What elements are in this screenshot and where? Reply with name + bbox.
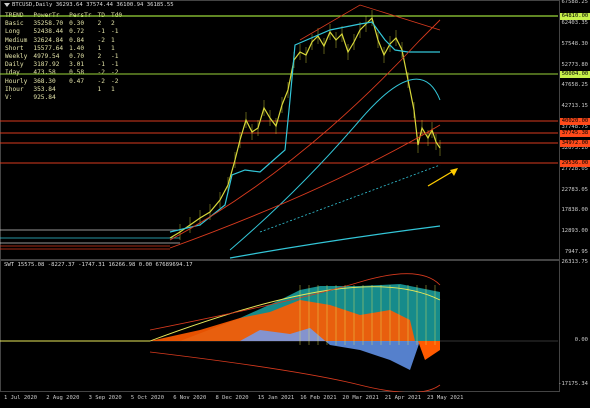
date-tick-label: 3 Sep 2020 [88,395,122,401]
date-tick-label: 16 Feb 2021 [300,395,337,401]
date-tick-label: 1 Jul 2020 [4,395,38,401]
indicator-tick-label: -17175.34 [558,381,588,387]
price-level-tag: 40020.00 [560,117,590,125]
cyan-ma-line [229,78,441,251]
price-tick-label: 17838.00 [561,207,589,214]
price-tick-label: 27728.05 [561,165,589,172]
date-tick-label: 20 Mar 2021 [342,395,379,401]
arrow-line [427,169,456,187]
indicator-axis: 26313.75 0.00 -17175.34 [558,259,590,390]
cyan-long-ma [229,225,441,259]
price-tick-label: 22783.05 [561,186,589,193]
price-level-tag: 37745.38 [560,129,590,137]
price-tick-label: 52773.80 [561,61,589,68]
price-level-tag: 50004.00 [560,70,590,78]
date-tick-label: 8 Dec 2020 [215,395,249,401]
date-tick-label: 23 May 2021 [427,395,464,401]
indicator-tick-label: 26313.75 [561,259,589,265]
indicator-tick-label: 0.00 [574,337,588,343]
price-tick-label: 57548.30 [561,40,589,47]
date-tick-label: 2 Aug 2020 [46,395,80,401]
date-tick-label: 5 Oct 2020 [130,395,165,401]
price-tick-label: 47658.25 [561,82,589,89]
price-tick-label: 7947.95 [564,249,588,255]
date-tick-label: 6 Nov 2020 [173,395,207,401]
cyan-trend-line [169,21,440,233]
price-level-tag: 34972.00 [560,139,590,147]
red-channel-line [169,19,441,241]
price-tick-label: 62403.35 [561,19,589,26]
price-tick-label: 42713.15 [561,103,589,110]
orange-histogram [418,341,440,360]
date-axis: 1 Jul 2020 2 Aug 2020 3 Sep 2020 5 Oct 2020… [0,392,558,408]
price-chart [0,4,558,392]
price-level-tag: 64810.00 [560,12,590,20]
price-level-tag: 29536.00 [560,159,590,167]
price-tick-label: 12893.00 [561,228,589,235]
date-tick-label: 21 Apr 2021 [384,395,422,401]
date-tick-label: 15 Jan 2021 [257,395,295,401]
price-tick-label: 67588.25 [561,0,589,5]
